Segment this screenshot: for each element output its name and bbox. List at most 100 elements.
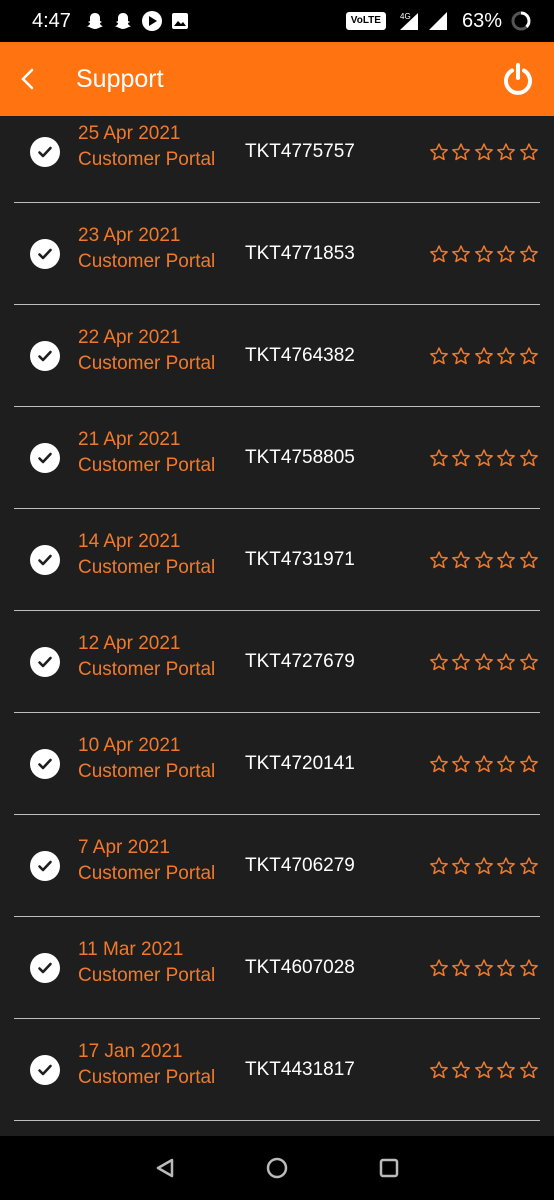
star-icon[interactable]: [518, 141, 541, 163]
star-icon[interactable]: [428, 855, 451, 877]
ticket-meta: 12 Apr 2021 Customer Portal: [78, 631, 215, 683]
star-icon[interactable]: [495, 1059, 518, 1081]
ticket-date: 25 Apr 2021: [78, 123, 181, 144]
star-icon[interactable]: [495, 549, 518, 571]
ticket-row[interactable]: 21 Apr 2021 Customer Portal TKT4758805: [14, 407, 540, 509]
logout-button[interactable]: [488, 42, 548, 116]
ticket-id: TKT4771853: [245, 242, 355, 264]
ticket-row[interactable]: 17 Jan 2021 Customer Portal TKT4431817: [14, 1019, 540, 1121]
ticket-meta: 10 Apr 2021 Customer Portal: [78, 733, 215, 785]
ticket-date: 14 Apr 2021: [78, 531, 181, 552]
star-icon[interactable]: [495, 651, 518, 673]
star-icon[interactable]: [428, 753, 451, 775]
star-icon[interactable]: [495, 141, 518, 163]
nav-back-button[interactable]: [145, 1148, 185, 1188]
star-icon[interactable]: [450, 549, 473, 571]
star-icon[interactable]: [428, 447, 451, 469]
ticket-row[interactable]: 11 Mar 2021 Customer Portal TKT4607028: [14, 917, 540, 1019]
star-icon[interactable]: [473, 243, 496, 265]
rating-stars[interactable]: [428, 243, 541, 265]
star-icon[interactable]: [450, 1059, 473, 1081]
rating-stars[interactable]: [428, 855, 541, 877]
check-circle-icon: [30, 850, 60, 881]
ticket-id: TKT4720141: [245, 752, 355, 774]
star-icon[interactable]: [518, 855, 541, 877]
ticket-row[interactable]: 10 Apr 2021 Customer Portal TKT4720141: [14, 713, 540, 815]
ticket-row[interactable]: 7 Apr 2021 Customer Portal TKT4706279: [14, 815, 540, 917]
star-icon[interactable]: [450, 651, 473, 673]
star-icon[interactable]: [518, 243, 541, 265]
star-icon[interactable]: [428, 651, 451, 673]
star-icon[interactable]: [428, 345, 451, 367]
ticket-row[interactable]: 14 Apr 2021 Customer Portal TKT4731971: [14, 509, 540, 611]
ticket-row[interactable]: 23 Apr 2021 Customer Portal TKT4771853: [14, 203, 540, 305]
star-icon[interactable]: [518, 345, 541, 367]
rating-stars[interactable]: [428, 957, 541, 979]
rating-stars[interactable]: [428, 141, 541, 163]
nav-home-button[interactable]: [257, 1148, 297, 1188]
star-icon[interactable]: [518, 447, 541, 469]
ticket-source: Customer Portal: [78, 455, 216, 476]
star-icon[interactable]: [473, 141, 496, 163]
star-icon[interactable]: [495, 447, 518, 469]
star-icon[interactable]: [473, 447, 496, 469]
star-icon[interactable]: [450, 243, 473, 265]
star-icon[interactable]: [450, 447, 473, 469]
rating-stars[interactable]: [428, 1059, 541, 1081]
star-icon[interactable]: [518, 1059, 541, 1081]
ticket-date: 23 Apr 2021: [78, 225, 181, 246]
battery-percent: 63%: [461, 9, 502, 32]
star-icon[interactable]: [518, 549, 541, 571]
star-icon[interactable]: [495, 753, 518, 775]
star-icon[interactable]: [428, 243, 451, 265]
star-icon[interactable]: [473, 1059, 496, 1081]
star-icon[interactable]: [450, 753, 473, 775]
star-icon[interactable]: [428, 549, 451, 571]
star-icon[interactable]: [450, 345, 473, 367]
star-icon[interactable]: [473, 855, 496, 877]
star-icon[interactable]: [428, 1059, 451, 1081]
ticket-id: TKT4731971: [245, 548, 355, 570]
check-circle-icon: [30, 340, 60, 371]
rating-stars[interactable]: [428, 651, 541, 673]
star-icon[interactable]: [428, 957, 451, 979]
ticket-source: Customer Portal: [78, 761, 216, 782]
ticket-source: Customer Portal: [78, 353, 216, 374]
star-icon[interactable]: [473, 549, 496, 571]
nav-recents-button[interactable]: [369, 1148, 409, 1188]
ticket-source: Customer Portal: [78, 659, 216, 680]
snapchat-icon: [113, 11, 133, 31]
back-button[interactable]: [0, 42, 56, 116]
nav-home-icon: [266, 1157, 288, 1179]
star-icon[interactable]: [450, 855, 473, 877]
snapchat-icon: [85, 11, 105, 31]
rating-stars[interactable]: [428, 753, 541, 775]
ticket-row[interactable]: 12 Apr 2021 Customer Portal TKT4727679: [14, 611, 540, 713]
star-icon[interactable]: [518, 957, 541, 979]
star-icon[interactable]: [495, 345, 518, 367]
star-icon[interactable]: [473, 753, 496, 775]
star-icon[interactable]: [473, 651, 496, 673]
ticket-row[interactable]: 25 Apr 2021 Customer Portal TKT4775757: [14, 116, 540, 203]
ticket-row[interactable]: 22 Apr 2021 Customer Portal TKT4764382: [14, 305, 540, 407]
star-icon[interactable]: [518, 753, 541, 775]
ticket-id: TKT4706279: [245, 854, 355, 876]
star-icon[interactable]: [450, 141, 473, 163]
signal-4g-icon: 4G: [394, 11, 420, 31]
star-icon[interactable]: [450, 957, 473, 979]
star-icon[interactable]: [473, 345, 496, 367]
ticket-list[interactable]: 25 Apr 2021 Customer Portal TKT4775757 23 A…: [0, 116, 554, 1136]
star-icon[interactable]: [428, 141, 451, 163]
star-icon[interactable]: [473, 957, 496, 979]
app-bar: Support: [0, 42, 554, 116]
rating-stars[interactable]: [428, 345, 541, 367]
ticket-date: 7 Apr 2021: [78, 837, 170, 858]
rating-stars[interactable]: [428, 549, 541, 571]
back-arrow-icon: [21, 68, 34, 90]
star-icon[interactable]: [518, 651, 541, 673]
rating-stars[interactable]: [428, 447, 541, 469]
star-icon[interactable]: [495, 957, 518, 979]
ticket-source: Customer Portal: [78, 149, 216, 170]
star-icon[interactable]: [495, 243, 518, 265]
star-icon[interactable]: [495, 855, 518, 877]
